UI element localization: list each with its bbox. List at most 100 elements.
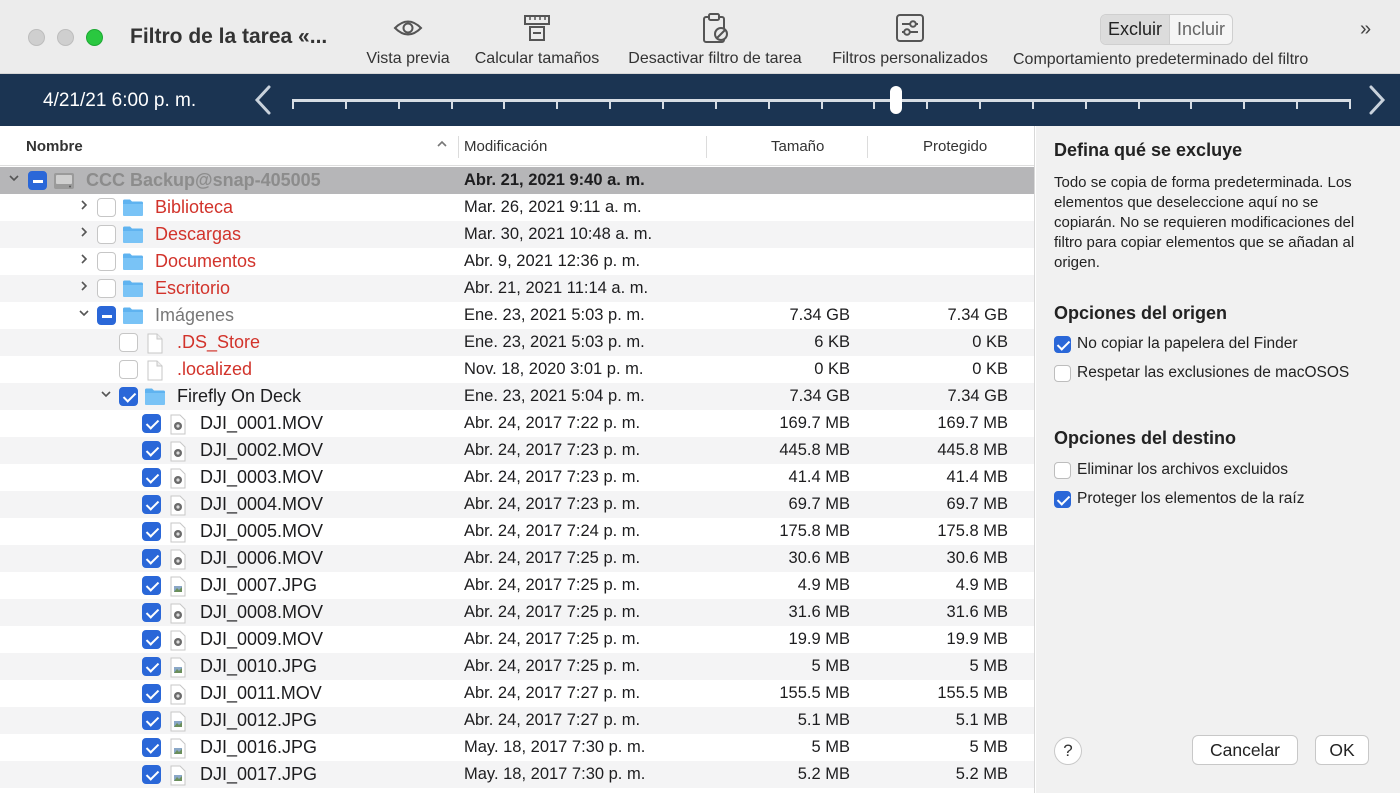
row-checkbox[interactable] — [142, 630, 161, 649]
table-row[interactable]: DJI_0016.JPG May. 18, 2017 7:30 p. m. 5 MB… — [0, 734, 1034, 761]
row-protected: 7.34 GB — [947, 387, 1008, 405]
row-name: Documentos — [155, 251, 257, 271]
include-segment[interactable]: Incluir — [1169, 15, 1232, 44]
row-date: Abr. 24, 2017 7:25 p. m. — [464, 657, 641, 675]
row-size: 7.34 GB — [789, 387, 850, 405]
timeline-next-icon[interactable] — [1366, 84, 1388, 121]
row-checkbox[interactable] — [97, 225, 116, 244]
table-row[interactable]: DJI_0007.JPG Abr. 24, 2017 7:25 p. m. 4.9 … — [0, 572, 1034, 599]
calculate-sizes-button[interactable]: Calcular tamaños — [472, 10, 602, 68]
row-checkbox[interactable] — [142, 603, 161, 622]
table-row[interactable]: Firefly On Deck Ene. 23, 2021 5:04 p. m. 7… — [0, 383, 1034, 410]
timeline-tick — [821, 102, 823, 109]
table-row[interactable]: Biblioteca Mar. 26, 2021 9:11 a. m. — [0, 194, 1034, 221]
table-row[interactable]: DJI_0010.JPG Abr. 24, 2017 7:25 p. m. 5 MB… — [0, 653, 1034, 680]
row-checkbox[interactable] — [97, 306, 116, 325]
table-row[interactable]: DJI_0011.MOV Abr. 24, 2017 7:27 p. m. 155.… — [0, 680, 1034, 707]
row-checkbox[interactable] — [142, 657, 161, 676]
table-row[interactable]: Descargas Mar. 30, 2021 10:48 a. m. — [0, 221, 1034, 248]
option-skip-trash[interactable]: No copiar la papelera del Finder — [1054, 335, 1298, 353]
exclude-segment[interactable]: Excluir — [1101, 15, 1170, 44]
row-checkbox[interactable] — [97, 279, 116, 298]
respect-macos-checkbox[interactable] — [1054, 364, 1071, 382]
option-respect-macos-exclusions[interactable]: Respetar las exclusiones de macOSOS — [1054, 364, 1349, 382]
row-checkbox[interactable] — [142, 684, 161, 703]
column-header: Nombre Modificación Tamaño Protegido — [0, 126, 1034, 166]
row-checkbox[interactable] — [119, 333, 138, 352]
table-row[interactable]: DJI_0005.MOV Abr. 24, 2017 7:24 p. m. 175.… — [0, 518, 1034, 545]
protect-root-checkbox[interactable] — [1054, 490, 1071, 508]
option-delete-excluded[interactable]: Eliminar los archivos excluidos — [1054, 461, 1288, 479]
custom-filters-button[interactable]: Filtros personalizados — [828, 10, 992, 68]
timeline-previous-icon[interactable] — [252, 84, 274, 121]
row-name: DJI_0004.MOV — [200, 494, 324, 514]
column-modified[interactable]: Modificación — [464, 138, 547, 155]
disclosure-collapsed-icon[interactable] — [78, 199, 90, 214]
row-size: 445.8 MB — [779, 441, 850, 459]
row-name: .localized — [177, 359, 253, 379]
row-size: 4.9 MB — [797, 576, 850, 594]
row-checkbox[interactable] — [142, 711, 161, 730]
custom-filters-label: Filtros personalizados — [832, 50, 988, 67]
row-protected: 5.1 MB — [955, 711, 1008, 729]
row-protected: 30.6 MB — [946, 549, 1008, 567]
row-checkbox[interactable] — [142, 414, 161, 433]
row-protected: 19.9 MB — [946, 630, 1008, 648]
toolbar-overflow-icon[interactable]: » — [1360, 18, 1371, 41]
disclosure-collapsed-icon[interactable] — [78, 253, 90, 268]
row-checkbox[interactable] — [142, 549, 161, 568]
row-checkbox[interactable] — [119, 360, 138, 379]
column-protected[interactable]: Protegido — [923, 138, 987, 155]
skip-trash-checkbox[interactable] — [1054, 335, 1071, 353]
table-row[interactable]: .DS_Store Ene. 23, 2021 5:03 p. m. 6 KB 0 K… — [0, 329, 1034, 356]
row-checkbox[interactable] — [142, 765, 161, 784]
table-row[interactable]: .localized Nov. 18, 2020 3:01 p. m. 0 KB 0 … — [0, 356, 1034, 383]
table-row[interactable]: DJI_0002.MOV Abr. 24, 2017 7:23 p. m. 445.… — [0, 437, 1034, 464]
preview-button[interactable]: Vista previa — [364, 10, 452, 68]
help-button[interactable]: ? — [1054, 737, 1082, 765]
cancel-button[interactable]: Cancelar — [1192, 735, 1298, 765]
table-row[interactable]: DJI_0012.JPG Abr. 24, 2017 7:27 p. m. 5.1 … — [0, 707, 1034, 734]
disclosure-collapsed-icon[interactable] — [78, 226, 90, 241]
disclosure-expanded-icon[interactable] — [100, 388, 112, 403]
row-checkbox[interactable] — [28, 171, 47, 190]
row-checkbox[interactable] — [142, 495, 161, 514]
column-size[interactable]: Tamaño — [771, 138, 824, 155]
disclosure-expanded-icon[interactable] — [78, 307, 90, 322]
row-checkbox[interactable] — [142, 441, 161, 460]
disable-filter-button[interactable]: Desactivar filtro de tarea — [622, 10, 808, 68]
column-name[interactable]: Nombre — [26, 138, 83, 155]
table-row[interactable]: Documentos Abr. 9, 2021 12:36 p. m. — [0, 248, 1034, 275]
row-checkbox[interactable] — [142, 738, 161, 757]
timeline-tick — [451, 102, 453, 109]
table-row[interactable]: DJI_0017.JPG May. 18, 2017 7:30 p. m. 5.2 … — [0, 761, 1034, 788]
row-checkbox[interactable] — [142, 522, 161, 541]
row-protected: 155.5 MB — [937, 684, 1008, 702]
table-row[interactable]: DJI_0003.MOV Abr. 24, 2017 7:23 p. m. 41.4… — [0, 464, 1034, 491]
row-name: Escritorio — [155, 278, 231, 298]
disclosure-expanded-icon[interactable] — [8, 172, 20, 187]
row-checkbox[interactable] — [97, 252, 116, 271]
row-checkbox[interactable] — [119, 387, 138, 406]
table-row[interactable]: Escritorio Abr. 21, 2021 11:14 a. m. — [0, 275, 1034, 302]
table-row[interactable]: DJI_0004.MOV Abr. 24, 2017 7:23 p. m. 69.7… — [0, 491, 1034, 518]
row-checkbox[interactable] — [142, 468, 161, 487]
timeline-slider-thumb[interactable] — [889, 86, 902, 114]
table-row[interactable]: CCC Backup@snap-405005 Abr. 21, 2021 9:40… — [0, 167, 1034, 194]
disclosure-collapsed-icon[interactable] — [78, 280, 90, 295]
row-date: May. 18, 2017 7:30 p. m. — [464, 765, 646, 783]
close-window-button[interactable] — [28, 29, 45, 46]
row-checkbox[interactable] — [142, 576, 161, 595]
table-row[interactable]: DJI_0006.MOV Abr. 24, 2017 7:25 p. m. 30.6… — [0, 545, 1034, 572]
delete-excluded-checkbox[interactable] — [1054, 461, 1071, 479]
ok-button[interactable]: OK — [1315, 735, 1369, 765]
minimize-window-button[interactable] — [57, 29, 74, 46]
table-row[interactable]: DJI_0001.MOV Abr. 24, 2017 7:22 p. m. 169.… — [0, 410, 1034, 437]
table-row[interactable]: DJI_0008.MOV Abr. 24, 2017 7:25 p. m. 31.6… — [0, 599, 1034, 626]
table-row[interactable]: Imágenes Ene. 23, 2021 5:03 p. m. 7.34 GB 7… — [0, 302, 1034, 329]
row-name: Imágenes — [155, 305, 235, 325]
zoom-window-button[interactable] — [86, 29, 103, 46]
table-row[interactable]: DJI_0009.MOV Abr. 24, 2017 7:25 p. m. 19.9… — [0, 626, 1034, 653]
row-checkbox[interactable] — [97, 198, 116, 217]
option-protect-root[interactable]: Proteger los elementos de la raíz — [1054, 490, 1304, 508]
